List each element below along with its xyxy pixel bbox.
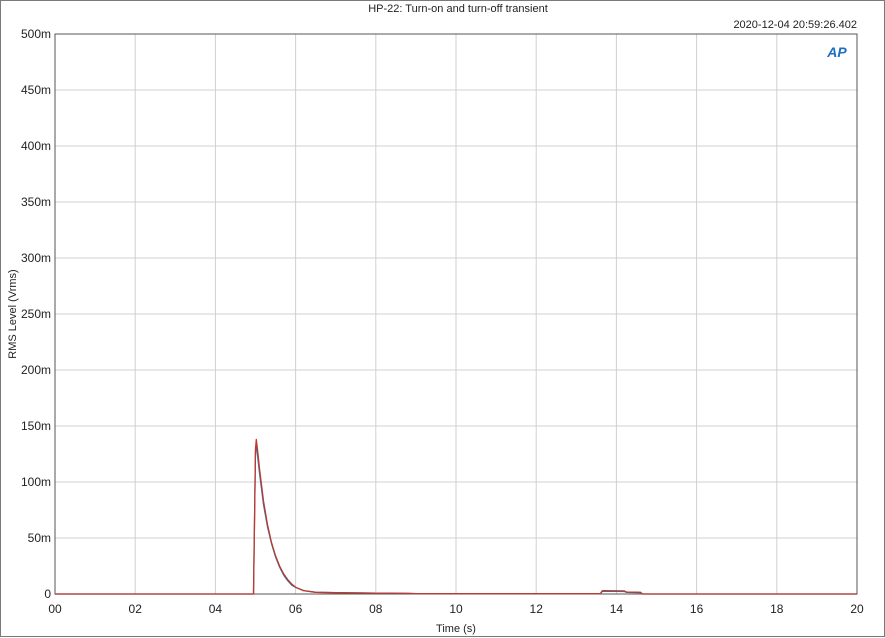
chart: HP-22: Turn-on and turn-off transient 20… [7,3,864,635]
grid [54,33,858,595]
y-tick-label: 450m [21,83,51,97]
y-tick-label: 200m [21,363,51,377]
y-tick-label: 300m [21,251,51,265]
y-tick-label: 350m [21,195,51,209]
x-tick-label: 12 [530,602,544,616]
x-tick-label: 16 [690,602,704,616]
x-tick-label: 08 [369,602,383,616]
x-tick-label: 10 [449,602,463,616]
x-tick-label: 04 [209,602,223,616]
y-axis: 0 50m 100m 150m 200m 250m 300m 350m 400m 450m 500m [21,27,51,601]
chart-title: HP-22: Turn-on and turn-off transient [368,3,548,15]
timestamp: 2020-12-04 20:59:26.402 [733,19,857,31]
y-tick-label: 0 [44,587,51,601]
x-tick-label: 14 [610,602,624,616]
x-axis-label: Time (s) [436,623,476,635]
y-tick-label: 400m [21,139,51,153]
x-tick-label: 02 [129,602,143,616]
x-tick-label: 00 [48,602,62,616]
ap-logo-text: AP [826,44,847,60]
x-tick-label: 06 [289,602,303,616]
y-tick-label: 100m [21,475,51,489]
x-tick-label: 18 [770,602,784,616]
x-tick-label: 20 [850,602,864,616]
y-tick-label: 250m [21,307,51,321]
y-axis-label: RMS Level (Vrms) [7,269,19,358]
y-tick-label: 50m [28,531,51,545]
x-axis: 00 02 04 06 08 10 12 14 16 18 20 [48,602,864,616]
y-tick-label: 150m [21,419,51,433]
y-tick-label: 500m [21,27,51,41]
chart-window: HP-22: Turn-on and turn-off transient 20… [0,0,885,637]
ap-logo: AP [826,44,847,60]
